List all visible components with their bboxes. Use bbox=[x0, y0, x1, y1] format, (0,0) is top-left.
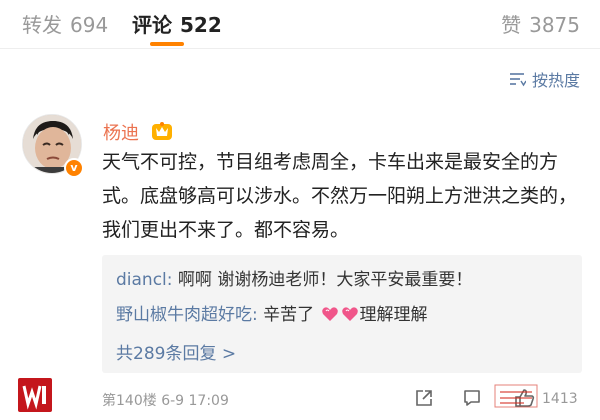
comment-text: 天气不可控，节目组考虑周全，卡车出来是最安全的方式。底盘够高可以涉水。不然万一阳… bbox=[102, 151, 578, 241]
tab-bar: 转发 694 评论 522 赞 3875 bbox=[0, 0, 600, 48]
sort-button[interactable]: 按热度 bbox=[508, 67, 580, 91]
active-tab-indicator bbox=[150, 42, 184, 46]
verified-v-icon: v bbox=[64, 158, 84, 178]
reply-item[interactable]: 野山椒牛肉超好吃: 辛苦了 理解理解 bbox=[116, 300, 428, 325]
vip-crown-icon bbox=[152, 122, 172, 140]
comment-author[interactable]: 杨迪 bbox=[103, 119, 139, 145]
reply-item[interactable]: diancl: 啊啊 谢谢杨迪老师！大家平安最重要！ bbox=[116, 265, 472, 290]
tab-like[interactable]: 赞 3875 bbox=[501, 9, 580, 38]
reply-author[interactable]: 野山椒牛肉超好吃: bbox=[116, 305, 258, 325]
tab-like-label: 赞 bbox=[501, 13, 522, 37]
watermark-logo-icon bbox=[18, 378, 52, 412]
reply-text: 辛苦了 bbox=[257, 305, 320, 325]
reply-text: 啊啊 谢谢杨迪老师！大家平安最重要！ bbox=[172, 270, 473, 290]
reply-box[interactable]: diancl: 啊啊 谢谢杨迪老师！大家平安最重要！ 野山椒牛肉超好吃: 辛苦了… bbox=[102, 255, 582, 373]
tab-divider bbox=[0, 48, 600, 49]
sort-icon bbox=[509, 73, 526, 87]
heart-emoji-icon bbox=[321, 307, 338, 321]
more-replies-link[interactable]: 共289条回复 > bbox=[116, 339, 236, 364]
tab-comment[interactable]: 评论 522 bbox=[132, 9, 222, 38]
heart-emoji-icon bbox=[341, 307, 358, 321]
reply-text-after: 理解理解 bbox=[359, 305, 428, 325]
comment-meta: 第140楼 6-9 17:09 bbox=[102, 390, 229, 410]
floor-number: 第140楼 bbox=[102, 393, 157, 409]
sort-label: 按热度 bbox=[531, 71, 580, 90]
watermark-stamp-icon bbox=[494, 384, 538, 408]
tab-comment-count: 522 bbox=[180, 13, 222, 37]
comment-time: 6-9 17:09 bbox=[161, 393, 229, 409]
reply-author[interactable]: diancl: bbox=[116, 270, 173, 290]
like-count: 1413 bbox=[542, 391, 578, 407]
tab-repost-label: 转发 bbox=[22, 13, 62, 37]
tab-like-count: 3875 bbox=[529, 13, 580, 37]
tab-comment-label: 评论 bbox=[132, 13, 172, 37]
share-icon[interactable] bbox=[414, 388, 434, 408]
tab-repost[interactable]: 转发 694 bbox=[22, 9, 108, 38]
comment-icon[interactable] bbox=[462, 388, 482, 408]
tab-repost-count: 694 bbox=[70, 13, 109, 37]
